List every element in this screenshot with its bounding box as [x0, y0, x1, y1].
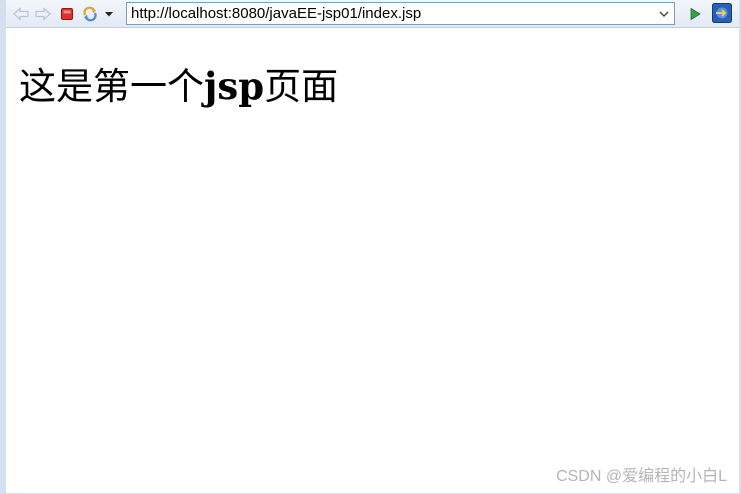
go-button[interactable]: [686, 5, 704, 23]
chevron-down-icon: [105, 12, 113, 17]
back-arrow-icon: [13, 7, 29, 21]
page-heading-suffix: 页面: [264, 65, 339, 108]
url-input[interactable]: [127, 3, 647, 24]
open-external-browser-button[interactable]: [712, 3, 732, 23]
forward-arrow-icon: [35, 7, 51, 21]
url-history-dropdown[interactable]: [656, 5, 672, 22]
address-bar[interactable]: [126, 2, 675, 25]
refresh-icon: [83, 6, 97, 22]
chevron-down-icon: [659, 11, 669, 17]
page-heading: 这是第一个jsp页面: [19, 56, 338, 110]
page-heading-text: 这是第一个: [19, 65, 204, 108]
browser-toolbar: [6, 0, 739, 28]
csdn-watermark: CSDN @爱编程的小白L: [556, 468, 727, 485]
go-arrow-icon: [690, 7, 701, 21]
page-heading-jsp: jsp: [204, 64, 265, 108]
page-content: 这是第一个jsp页面: [6, 28, 739, 493]
stop-icon: [61, 8, 73, 20]
back-button[interactable]: [12, 5, 30, 23]
forward-button[interactable]: [34, 5, 52, 23]
open-external-browser-icon: [712, 3, 732, 23]
history-dropdown-button[interactable]: [103, 5, 115, 23]
refresh-button[interactable]: [81, 5, 99, 23]
stop-button[interactable]: [58, 5, 76, 23]
